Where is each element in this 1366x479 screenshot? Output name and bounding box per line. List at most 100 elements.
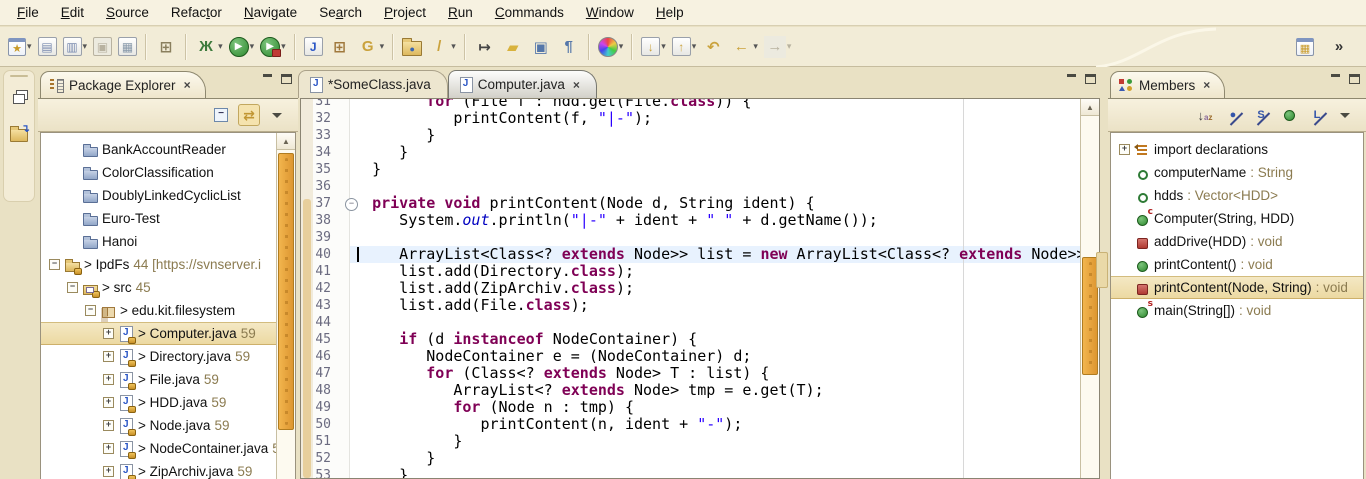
menu-window[interactable]: Window <box>575 2 645 23</box>
menu-commands[interactable]: Commands <box>484 2 575 23</box>
maximize-icon[interactable] <box>1085 74 1096 84</box>
code-line-40[interactable]: 40 ArrayList<Class<? extends Node>> list… <box>301 246 1081 263</box>
code-line-44[interactable]: 44 <box>301 314 1081 331</box>
scrollbar-thumb[interactable] <box>278 153 294 430</box>
fold-collapse-icon[interactable]: − <box>345 198 358 211</box>
code-line-43[interactable]: 43 list.add(File.class); <box>301 297 1081 314</box>
member-item-adddrive-hdd[interactable]: addDrive(HDD) : void <box>1111 230 1363 253</box>
search-button[interactable]: /▾ <box>426 32 458 62</box>
tree-item-node-java[interactable]: +> Node.java59 <box>41 414 277 437</box>
tree-item-colorclassification[interactable]: ColorClassification <box>41 161 277 184</box>
tree-item-ipdfs[interactable]: −> IpdFs44 [https://svnserver.i <box>41 253 277 276</box>
tree-item-src[interactable]: −> src45 <box>41 276 277 299</box>
forward-button[interactable]: →▾ <box>762 32 794 62</box>
code-line-36[interactable]: 36 <box>301 178 1081 195</box>
code-line-45[interactable]: 45 if (d instanceof NodeContainer) { <box>301 331 1081 348</box>
menu-source[interactable]: Source <box>95 2 160 23</box>
menu-refactor[interactable]: Refactor <box>160 2 233 23</box>
code-line-47[interactable]: 47 for (Class<? extends Node> T : list) … <box>301 365 1081 382</box>
package-explorer-tab[interactable]: Package Explorer × <box>40 71 206 98</box>
expander-icon[interactable]: + <box>103 420 114 431</box>
tree-item-bankaccountreader[interactable]: BankAccountReader <box>41 138 277 161</box>
code-line-52[interactable]: 52 } <box>301 450 1081 467</box>
sash-handle[interactable] <box>1096 252 1108 288</box>
code-line-41[interactable]: 41 list.add(Directory.class); <box>301 263 1081 280</box>
tree-item-doublylinkedcycliclist[interactable]: DoublyLinkedCyclicList <box>41 184 277 207</box>
run-to-line-button[interactable]: ↦ <box>472 32 498 62</box>
hide-local-types-button[interactable]: L <box>1306 104 1328 126</box>
next-annotation-button[interactable]: ↓▾ <box>639 32 668 62</box>
tree-item-euro-test[interactable]: Euro-Test <box>41 207 277 230</box>
expander-icon[interactable]: + <box>103 466 114 477</box>
sort-button[interactable]: ↓az <box>1194 104 1216 126</box>
external-tools-button[interactable]: ▶▾ <box>258 32 288 62</box>
code-line-39[interactable]: 39 <box>301 229 1081 246</box>
member-item-computername[interactable]: computerName : String <box>1111 161 1363 184</box>
expander-icon[interactable]: − <box>49 259 60 270</box>
code-line-34[interactable]: 34 } <box>301 144 1081 161</box>
expander-icon[interactable]: + <box>103 443 114 454</box>
view-menu-button[interactable] <box>1334 104 1356 126</box>
member-item-import-declarations[interactable]: +import declarations <box>1111 138 1363 161</box>
menu-navigate[interactable]: Navigate <box>233 2 308 23</box>
tree-item-nodecontainer-java[interactable]: +> NodeContainer.java59 <box>41 437 277 460</box>
code-line-38[interactable]: 38 System.out.println("|-" + ident + " "… <box>301 212 1081 229</box>
show-non-public-button[interactable] <box>1278 104 1300 126</box>
menu-file[interactable]: File <box>6 2 50 23</box>
expander-icon[interactable]: + <box>103 328 114 339</box>
tree-item-directory-java[interactable]: +> Directory.java59 <box>41 345 277 368</box>
maximize-icon[interactable] <box>281 74 292 84</box>
member-item-printcontent[interactable]: printContent() : void <box>1111 253 1363 276</box>
toolbar-overflow-button[interactable]: » <box>1326 32 1352 62</box>
scroll-up-icon[interactable]: ▲ <box>277 133 295 150</box>
code-line-32[interactable]: 32 printContent(f, "|-"); <box>301 110 1081 127</box>
open-resource-fastview-button[interactable] <box>7 123 31 147</box>
code-line-51[interactable]: 51 } <box>301 433 1081 450</box>
generate-button[interactable]: G▾ <box>355 32 387 62</box>
collapse-all-button[interactable]: − <box>210 104 232 126</box>
minimize-icon[interactable] <box>1330 74 1341 84</box>
editor-body[interactable]: 31 for (File f : hdd.get(File.class)) {3… <box>300 98 1100 479</box>
show-source-button[interactable]: ▣ <box>528 32 554 62</box>
minimize-icon[interactable] <box>262 74 273 84</box>
hide-fields-button[interactable]: ● <box>1222 104 1244 126</box>
expander-icon[interactable]: + <box>103 397 114 408</box>
tree-item-hdd-java[interactable]: +> HDD.java59 <box>41 391 277 414</box>
previous-annotation-button[interactable]: ↑▾ <box>670 32 699 62</box>
code-line-33[interactable]: 33 } <box>301 127 1081 144</box>
link-with-editor-button[interactable]: ⇄ <box>238 104 260 126</box>
code-line-35[interactable]: 35 } <box>301 161 1081 178</box>
code-line-46[interactable]: 46 NodeContainer e = (NodeContainer) d; <box>301 348 1081 365</box>
new-java-project-button[interactable]: J <box>302 32 325 62</box>
close-icon[interactable]: × <box>1203 78 1210 92</box>
code-line-48[interactable]: 48 ArrayList<? extends Node> tmp = e.get… <box>301 382 1081 399</box>
tree-item-hanoi[interactable]: Hanoi <box>41 230 277 253</box>
editor-tab-computer-java[interactable]: Computer.java× <box>448 70 597 98</box>
tree-item-ziparchiv-java[interactable]: +> ZipArchiv.java59 <box>41 460 277 479</box>
hide-static-button[interactable]: S <box>1250 104 1272 126</box>
debug-button[interactable]: Ж▾ <box>193 32 225 62</box>
member-item-main-string[interactable]: smain(String[]) : void <box>1111 299 1363 322</box>
member-item-printcontent-node-string[interactable]: printContent(Node, String) : void <box>1111 276 1363 299</box>
editor-scrollbar[interactable]: ▲ <box>1080 99 1099 478</box>
package-explorer-scrollbar[interactable]: ▲ <box>276 133 295 479</box>
close-icon[interactable]: × <box>573 78 580 92</box>
color-palette-button[interactable]: ▾ <box>596 32 626 62</box>
print-button[interactable]: ▦ <box>116 32 139 62</box>
expander-icon[interactable]: + <box>1119 144 1130 155</box>
save-all-button[interactable]: ▤ <box>36 32 59 62</box>
toggle-mark-occurrences-button[interactable]: ▰ <box>500 32 526 62</box>
open-perspective-button[interactable]: ▦ <box>1294 32 1316 62</box>
expander-icon[interactable]: + <box>103 374 114 385</box>
run-button[interactable]: ▶▾ <box>227 32 257 62</box>
view-menu-button[interactable] <box>266 104 288 126</box>
tree-item-computer-java[interactable]: +> Computer.java59 <box>41 322 277 345</box>
code-line-53[interactable]: 53 } <box>301 467 1081 478</box>
menu-project[interactable]: Project <box>373 2 437 23</box>
expander-icon[interactable]: + <box>103 351 114 362</box>
code-line-49[interactable]: 49 for (Node n : tmp) { <box>301 399 1081 416</box>
menu-help[interactable]: Help <box>645 2 695 23</box>
member-item-computer-string-hdd[interactable]: cComputer(String, HDD) <box>1111 207 1363 230</box>
code-line-42[interactable]: 42 list.add(ZipArchiv.class); <box>301 280 1081 297</box>
save-button[interactable]: ▣ <box>91 32 114 62</box>
